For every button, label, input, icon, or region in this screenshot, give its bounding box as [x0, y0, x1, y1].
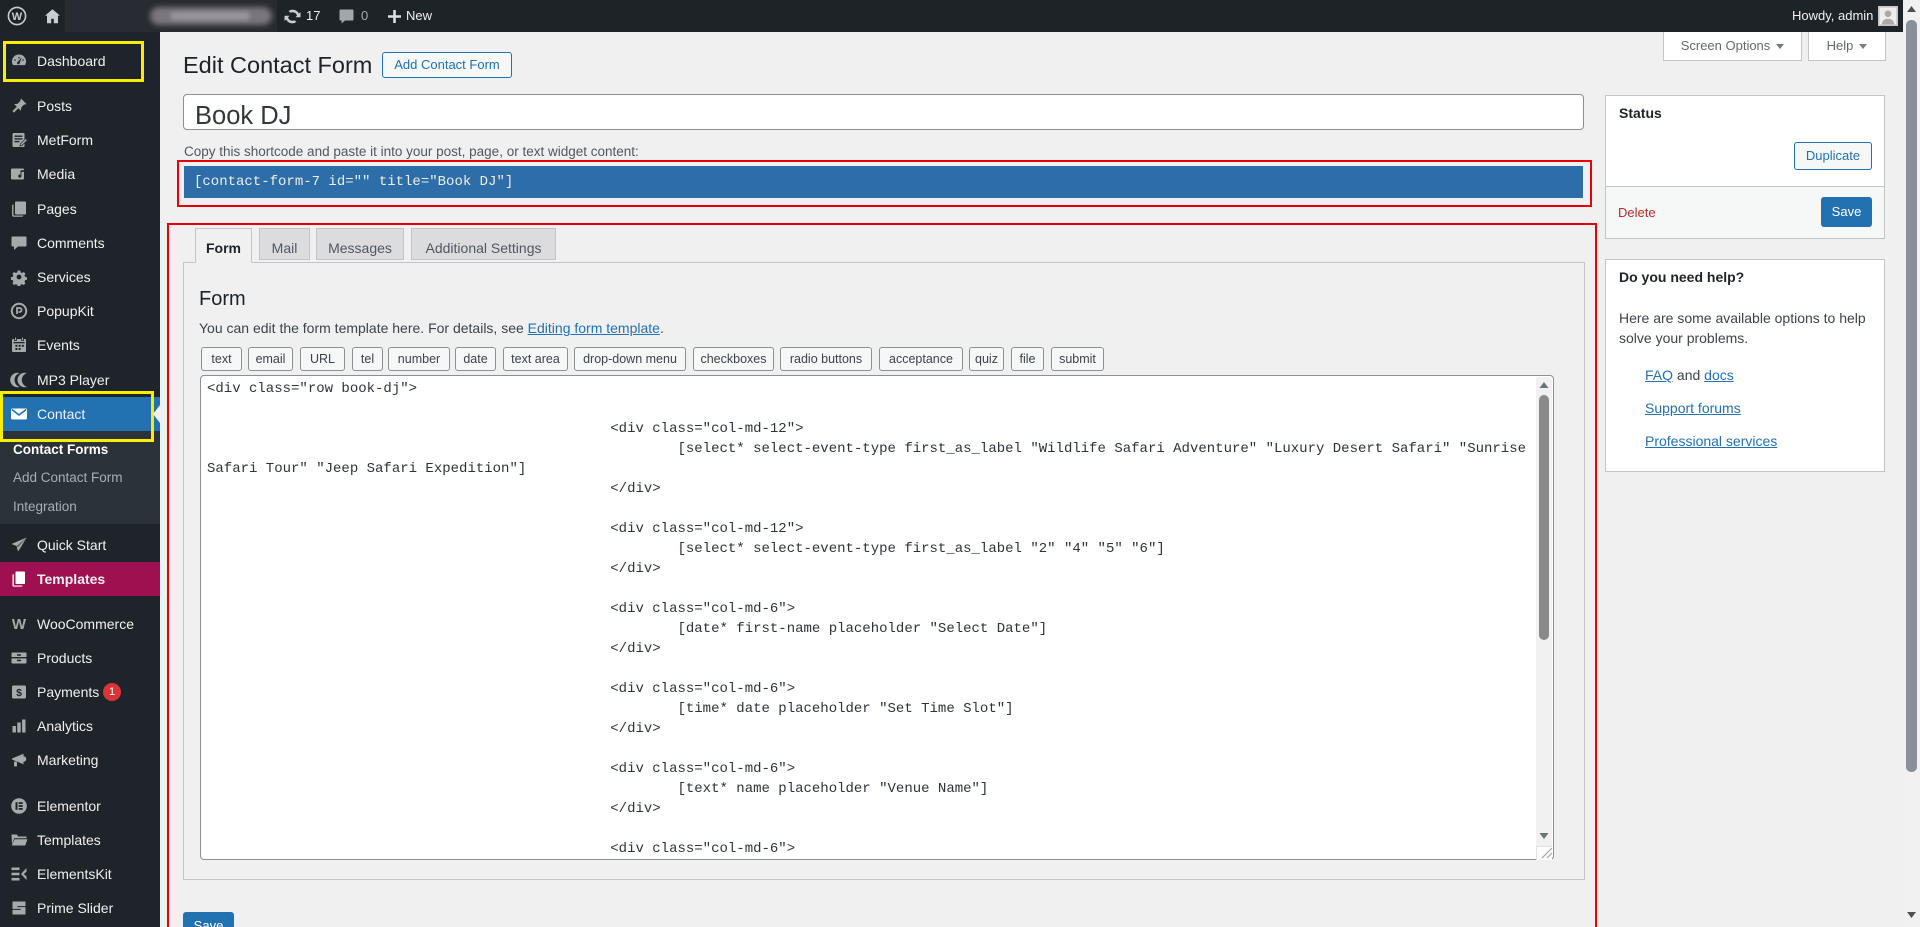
svg-text:W: W [12, 616, 27, 633]
svg-text:W: W [12, 11, 23, 23]
svg-text:$: $ [16, 687, 22, 699]
